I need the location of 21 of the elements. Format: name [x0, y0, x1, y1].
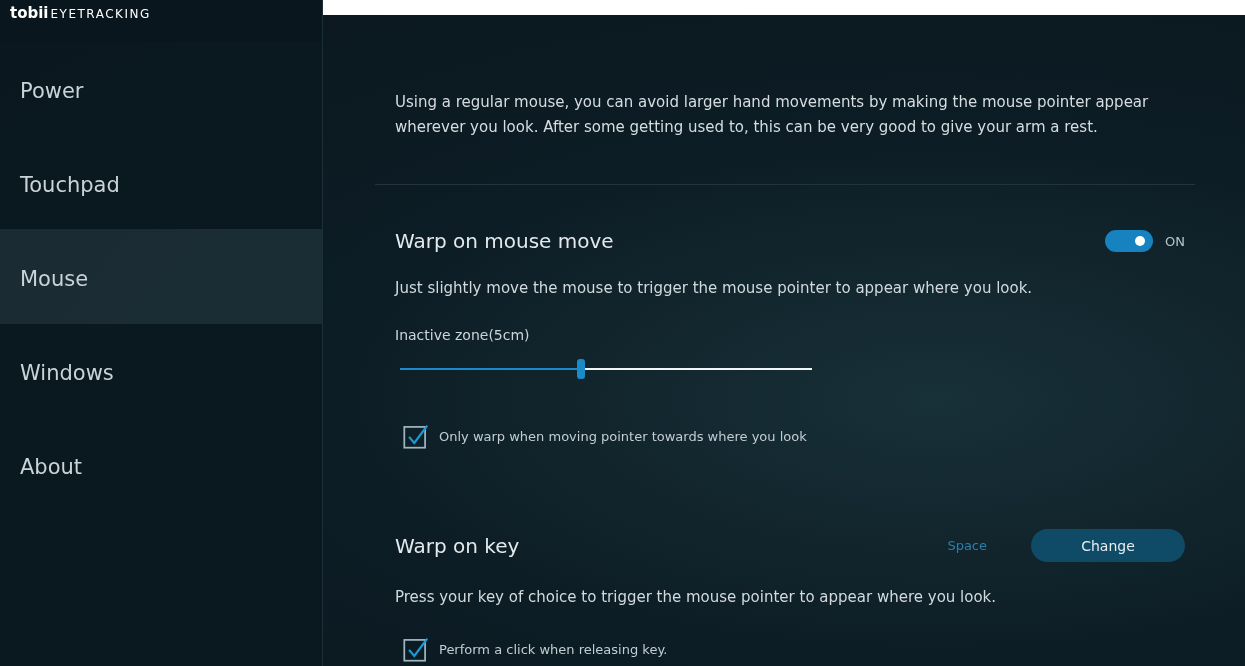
sidebar-item[interactable]: Power	[0, 41, 322, 136]
section-title: Warp on mouse move	[395, 229, 614, 253]
checkbox[interactable]	[403, 636, 429, 662]
key-value: Space	[947, 538, 987, 553]
slider-thumb[interactable]	[577, 359, 586, 379]
section-description: Just slightly move the mouse to trigger the mouse pointer to appear where you look.	[395, 279, 1034, 297]
section-title: Warp on key	[395, 533, 520, 558]
checkbox-label: Perform a click when releasing key.	[439, 641, 668, 657]
section-description: Press your key of choice to trigger the mouse pointer to appear where you look.	[395, 588, 998, 606]
sidebar-item[interactable]: About	[0, 417, 322, 512]
sidebar-item[interactable]: Mouse	[0, 229, 322, 324]
change-button[interactable]: Change	[1031, 529, 1185, 562]
slider-label: Inactive zone(5cm)	[395, 327, 531, 343]
slider-track[interactable]	[400, 359, 812, 379]
checkbox[interactable]	[403, 423, 429, 449]
toggle-switch[interactable]	[1105, 230, 1154, 252]
toggle-label: ON	[1165, 233, 1185, 249]
sidebar-item[interactable]: Touchpad	[0, 135, 322, 230]
sidebar-item[interactable]: Windows	[0, 323, 322, 418]
checkbox-label: Only warp when moving pointer towards where you look	[439, 428, 807, 444]
intro-text: Using a regular mouse, you can avoid larger hand movements by making the mouse pointer appear wherever you look. After some getting used to, this can be very good to give your arm a rest.	[395, 92, 1150, 138]
